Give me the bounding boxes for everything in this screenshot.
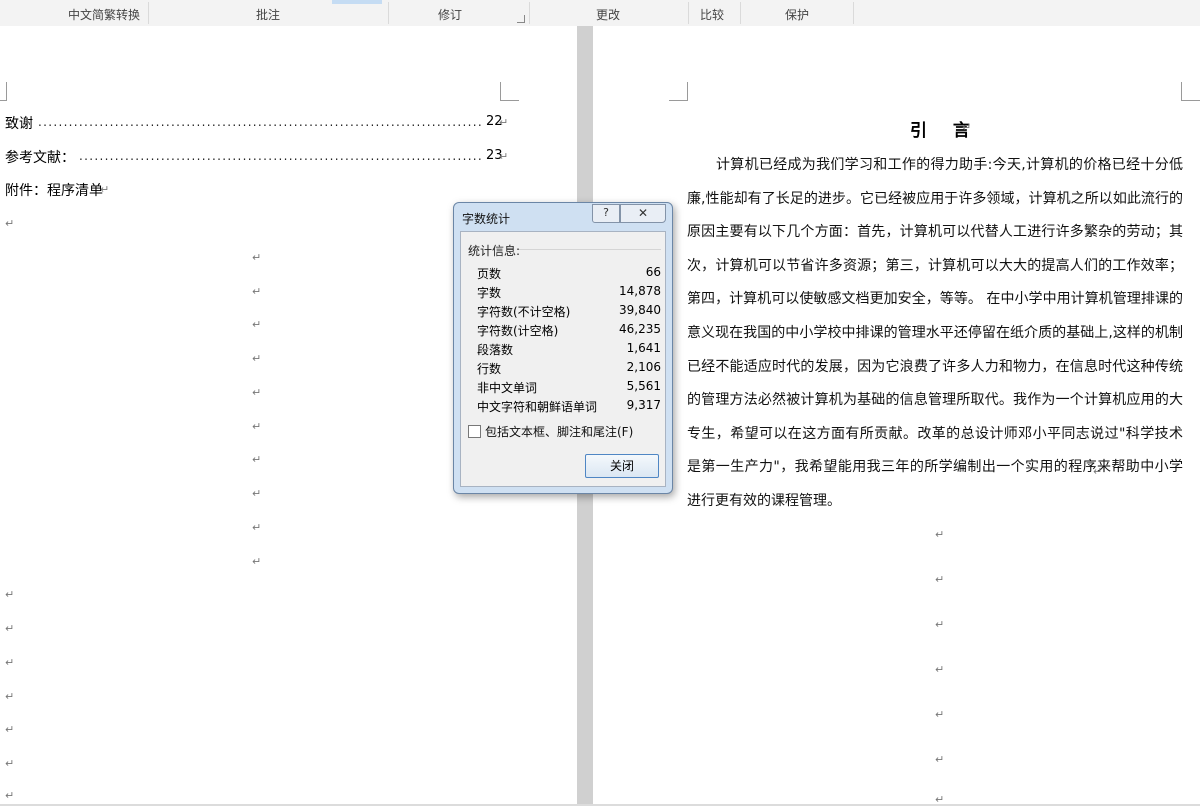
stat-value: 46,235 [619, 322, 661, 336]
dialog-launcher-icon[interactable] [517, 15, 525, 23]
paragraph-mark-icon: ↵ [252, 386, 262, 399]
stat-label: 行数 [477, 362, 502, 376]
paragraph-mark-icon: ↵ [935, 708, 945, 721]
toc-entry-label[interactable]: 致谢 [5, 113, 33, 133]
paragraph-mark-icon: ↵ [935, 618, 945, 631]
stat-value: 2,106 [626, 360, 661, 374]
paragraph-mark-icon: ↵ [252, 487, 262, 500]
ribbon-group-protect[interactable]: 保护 [770, 0, 824, 26]
help-icon[interactable]: ? [592, 204, 620, 223]
margin-corner-mark [0, 82, 7, 101]
stat-row: 字符数(不计空格) 39,840 [477, 303, 661, 321]
ribbon-group-compare[interactable]: 比较 [690, 0, 734, 26]
stat-value: 5,561 [626, 379, 661, 393]
paragraph-mark-icon: ↵ [499, 150, 509, 163]
paragraph-mark-icon: ↵ [5, 690, 15, 703]
group-divider [519, 249, 661, 250]
ribbon-group-tracking[interactable]: 修订 [410, 0, 490, 26]
include-footnotes-label[interactable]: 包括文本框、脚注和尾注(F) [485, 423, 633, 440]
stat-row: 段落数 1,641 [477, 341, 661, 359]
ribbon-group-changes[interactable]: 更改 [568, 0, 648, 26]
toc-leader-dots: ........................................… [79, 149, 484, 163]
paragraph-mark-icon: ↵ [5, 723, 15, 736]
appendix-entry[interactable]: 附件：程序清单 [5, 180, 103, 200]
toc-entry-label[interactable]: 参考文献： [5, 147, 75, 167]
stat-label: 段落数 [477, 343, 514, 357]
paragraph-mark-icon: ↵ [499, 116, 509, 129]
stat-value: 9,317 [626, 398, 661, 412]
stat-row: 字符数(计空格) 46,235 [477, 322, 661, 340]
paragraph-mark-icon: ↵ [252, 352, 262, 365]
stat-value: 1,641 [626, 341, 661, 355]
stat-label: 字符数(计空格) [477, 324, 559, 338]
paragraph-mark-icon: ↵ [935, 663, 945, 676]
paragraph-mark-icon: ↵ [935, 793, 945, 806]
ribbon-selection-highlight [332, 0, 382, 4]
stat-label: 非中文单词 [477, 381, 538, 395]
stat-row: 中文字符和朝鲜语单词 9,317 [477, 398, 661, 416]
paragraph-mark-icon: · [687, 494, 690, 504]
margin-corner-mark [669, 82, 688, 101]
stat-value: 39,840 [619, 303, 661, 317]
stat-label: 中文字符和朝鲜语单词 [477, 400, 598, 414]
include-footnotes-checkbox[interactable] [468, 425, 481, 438]
paragraph-mark-icon: ↵ [5, 757, 15, 770]
stat-label: 字数 [477, 286, 502, 300]
toc-leader-dots: ........................................… [38, 115, 484, 129]
stat-row: 页数 66 [477, 265, 661, 283]
paragraph-mark-icon: ↵ [252, 251, 262, 264]
close-button[interactable]: 关闭 [585, 454, 659, 478]
paragraph-mark-icon: ↵ [935, 573, 945, 586]
ribbon-separator [148, 2, 149, 24]
paragraph-mark-icon: ↵ [5, 656, 15, 669]
ribbon-separator [853, 2, 854, 24]
paragraph-mark-icon: ↵ [1093, 465, 1103, 478]
stat-row: 字数 14,878 [477, 284, 661, 302]
paragraph-mark-icon: ↵ [5, 588, 15, 601]
paragraph-mark-icon: ↵ [252, 285, 262, 298]
paragraph-mark-icon: ↵ [252, 453, 262, 466]
stat-label: 字符数(不计空格) [477, 305, 571, 319]
word-count-dialog: 字数统计 ? ✕ 统计信息: 页数 66 字数 14,878 字符数(不计空格)… [453, 202, 673, 494]
ribbon: 中文简繁转换 批注 修订 更改 比较 保护 [0, 0, 1200, 27]
stat-label: 页数 [477, 267, 502, 281]
ribbon-separator [529, 2, 530, 24]
stat-value: 14,878 [619, 284, 661, 298]
ribbon-group-comments[interactable]: 批注 [228, 0, 308, 26]
paragraph-mark-icon: ↵ [252, 555, 262, 568]
ribbon-separator [388, 2, 389, 24]
paragraph-mark-icon: ↵ [100, 183, 110, 196]
margin-corner-mark [1181, 82, 1200, 101]
dialog-body: 统计信息: 页数 66 字数 14,878 字符数(不计空格) 39,840 字… [460, 231, 666, 487]
paragraph-mark-icon: ↵ [252, 420, 262, 433]
paragraph-mark-icon: ↵ [962, 121, 972, 134]
stat-row: 行数 2,106 [477, 360, 661, 378]
paragraph-mark-icon: ↵ [252, 521, 262, 534]
body-paragraph[interactable]: 计算机已经成为我们学习和工作的得力助手:今天,计算机的价格已经十分低廉,性能却有… [687, 149, 1183, 519]
paragraph-mark-icon: ↵ [935, 528, 945, 541]
paragraph-mark-icon: ↵ [5, 622, 15, 635]
paragraph-mark-icon: ↵ [5, 217, 15, 230]
ribbon-separator [688, 2, 689, 24]
stat-value: 66 [645, 265, 661, 279]
margin-corner-mark [500, 82, 519, 101]
ribbon-group-chinese-conversion[interactable]: 中文简繁转换 [62, 0, 146, 26]
paragraph-mark-icon: ↵ [935, 753, 945, 766]
paragraph-mark-icon: ↵ [5, 789, 15, 802]
close-icon[interactable]: ✕ [620, 204, 666, 223]
paragraph-mark-icon: ↵ [252, 318, 262, 331]
stat-row: 非中文单词 5,561 [477, 379, 661, 397]
dialog-title: 字数统计 [462, 212, 511, 226]
ribbon-separator [740, 2, 741, 24]
stats-group-label: 统计信息: [468, 244, 521, 258]
